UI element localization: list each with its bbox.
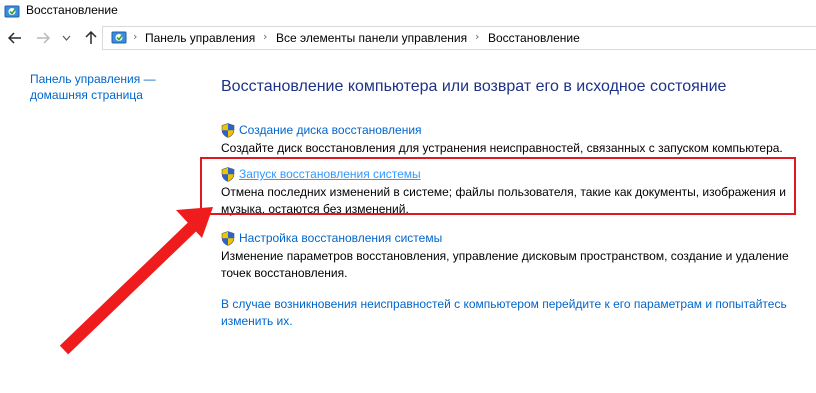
page-title: Восстановление компьютера или возврат ег…	[221, 78, 727, 95]
address-bar[interactable]: › Панель управления › Все элементы панел…	[102, 26, 816, 50]
task-configure-system-restore: Настройка восстановления системы Изменен…	[221, 230, 796, 282]
reset-pc-settings-link[interactable]: В случае возникновения неисправностей с …	[221, 296, 796, 330]
task-description: Изменение параметров восстановления, упр…	[221, 249, 789, 280]
breadcrumb-item[interactable]: Восстановление	[488, 31, 580, 45]
create-recovery-drive-link[interactable]: Создание диска восстановления	[239, 123, 422, 137]
breadcrumb-separator-icon[interactable]: ›	[133, 30, 137, 43]
breadcrumb-item[interactable]: Все элементы панели управления	[276, 31, 467, 45]
task-description: Создайте диск восстановления для устране…	[221, 141, 783, 155]
uac-shield-icon	[221, 122, 235, 138]
breadcrumb-separator-icon[interactable]: ›	[263, 30, 267, 43]
highlight-box	[200, 157, 796, 215]
breadcrumb-item[interactable]: Панель управления	[145, 31, 255, 45]
control-panel-home-link[interactable]: Панель управления — домашняя страница	[30, 71, 180, 103]
configure-system-restore-link[interactable]: Настройка восстановления системы	[239, 231, 442, 245]
forward-arrow-icon[interactable]	[34, 29, 52, 47]
recent-locations-chevron-icon[interactable]	[60, 29, 72, 47]
control-panel-icon	[4, 4, 20, 20]
task-create-recovery-drive: Создание диска восстановления Создайте д…	[221, 122, 796, 157]
title-bar: Восстановление	[0, 0, 816, 23]
up-arrow-icon[interactable]	[82, 29, 100, 47]
back-arrow-icon[interactable]	[6, 29, 24, 47]
uac-shield-icon	[221, 230, 235, 246]
control-panel-icon	[111, 30, 127, 46]
breadcrumb-separator-icon[interactable]: ›	[475, 30, 479, 43]
window-title: Восстановление	[26, 3, 118, 17]
navigation-bar: › Панель управления › Все элементы панел…	[0, 25, 816, 52]
